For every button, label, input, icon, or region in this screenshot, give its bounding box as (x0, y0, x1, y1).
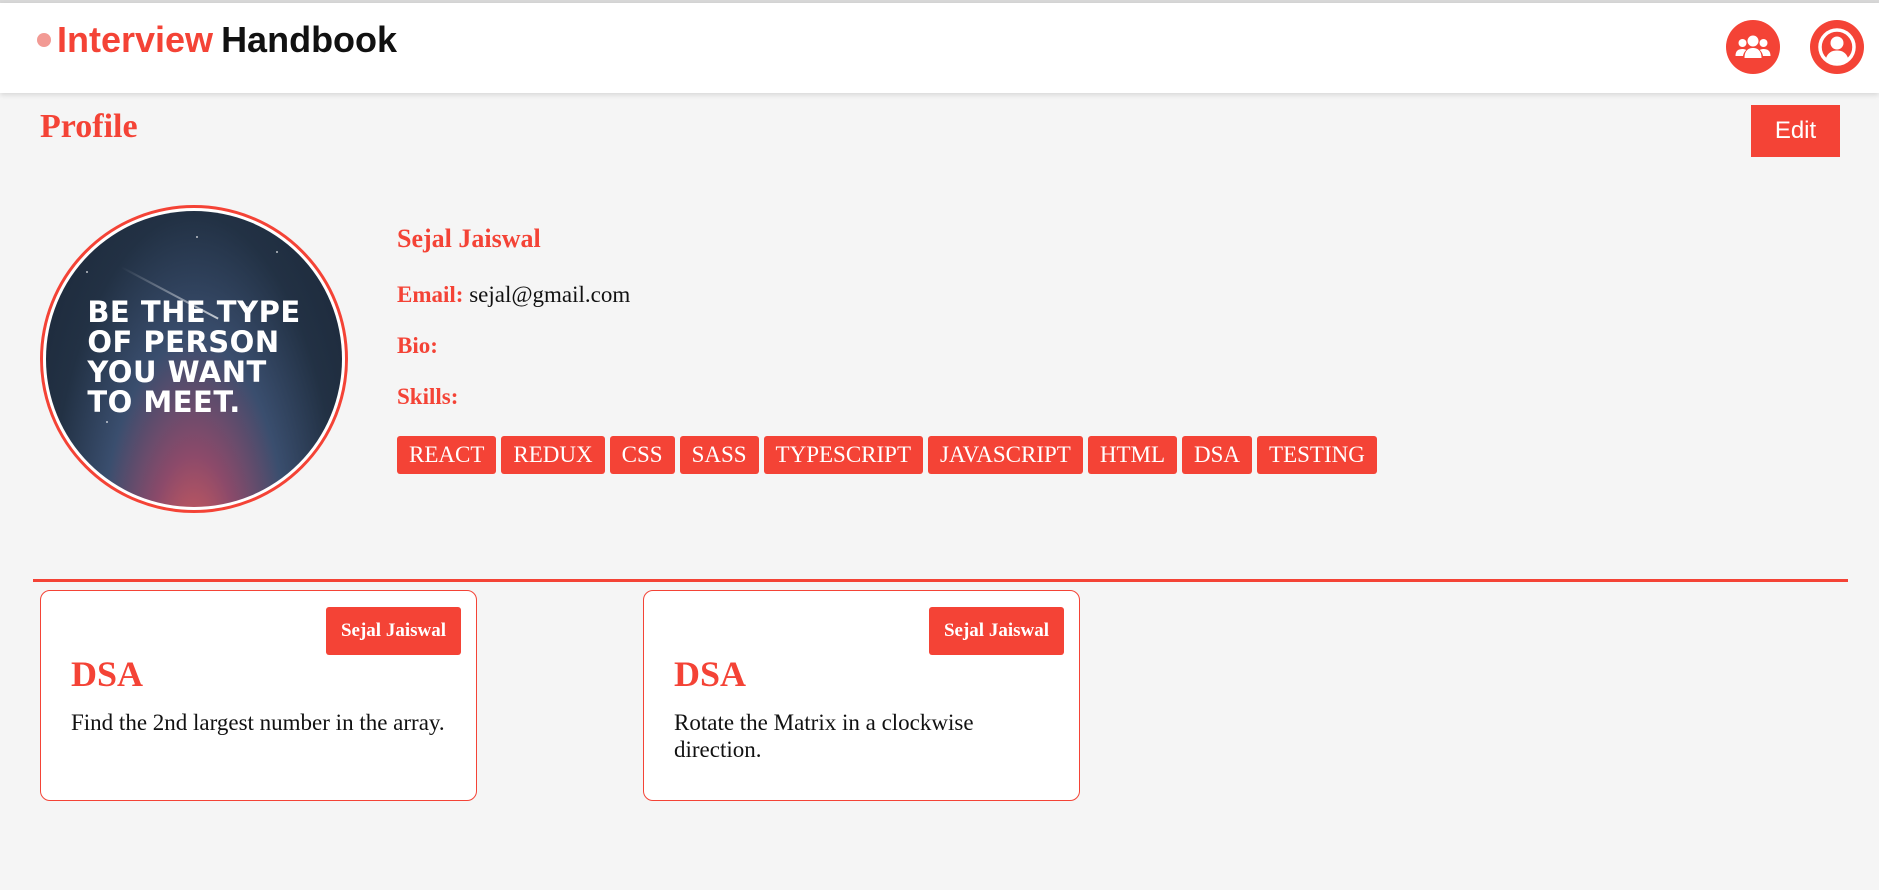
navbar: Interview Handbook (0, 3, 1879, 93)
email-row: Email: sejal@gmail.com (397, 282, 630, 308)
bio-label: Bio: (397, 333, 438, 358)
avatar: BE THE TYPE OF PERSON YOU WANT TO MEET. (40, 205, 348, 513)
skill-chip: SASS (679, 436, 759, 474)
avatar-quote: BE THE TYPE OF PERSON YOU WANT TO MEET. (87, 295, 301, 419)
star-decoration (196, 236, 198, 238)
question-author-badge: Sejal Jaiswal (928, 607, 1064, 655)
skill-chip: REDUX (501, 436, 605, 474)
question-card[interactable]: Sejal Jaiswal DSA Rotate the Matrix in a… (643, 590, 1080, 801)
avatar-image: BE THE TYPE OF PERSON YOU WANT TO MEET. (46, 211, 342, 507)
skills-row: Skills: (397, 384, 458, 410)
skill-chip: DSA (1182, 436, 1253, 474)
page-title: Profile (40, 108, 138, 145)
star-decoration (106, 421, 108, 423)
skill-chip: HTML (1087, 436, 1178, 474)
brand-title-primary: Interview (57, 19, 214, 60)
skill-chip: REACT (397, 436, 497, 474)
star-decoration (86, 271, 88, 273)
email-value: sejal@gmail.com (469, 282, 631, 307)
skills-label: Skills: (397, 384, 459, 409)
question-category: DSA (71, 654, 144, 694)
brand-logo[interactable]: Interview Handbook (37, 19, 397, 61)
question-card[interactable]: Sejal Jaiswal DSA Find the 2nd largest n… (40, 590, 477, 801)
brand-dot-icon (37, 33, 51, 47)
question-text: Rotate the Matrix in a clockwise directi… (674, 710, 974, 762)
edit-profile-button[interactable]: Edit (1751, 105, 1840, 157)
question-category: DSA (674, 654, 747, 694)
skill-chip: CSS (609, 436, 675, 474)
brand-title-secondary: Handbook (221, 19, 398, 60)
users-icon[interactable] (1726, 20, 1780, 74)
skills-list: REACT REDUX CSS SASS TYPESCRIPT JAVASCRI… (397, 436, 1377, 474)
skill-chip: JAVASCRIPT (928, 436, 1083, 474)
bio-row: Bio: (397, 333, 438, 359)
profile-name: Sejal Jaiswal (397, 224, 541, 253)
question-text: Find the 2nd largest number in the array… (71, 710, 445, 735)
star-decoration (276, 251, 278, 253)
section-divider (33, 579, 1848, 582)
email-label: Email: (397, 282, 464, 307)
skill-chip: TESTING (1257, 436, 1377, 474)
skill-chip: TYPESCRIPT (763, 436, 924, 474)
question-author-badge: Sejal Jaiswal (325, 607, 461, 655)
user-circle-icon[interactable] (1810, 20, 1864, 74)
